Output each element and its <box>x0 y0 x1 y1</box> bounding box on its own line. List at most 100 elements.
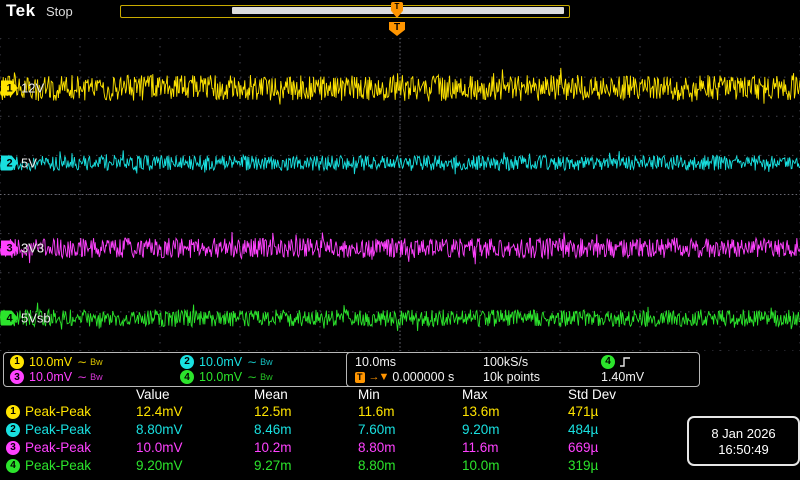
measurement-table: Value Mean Min Max Std Dev 1 Peak-Peak 1… <box>6 386 684 475</box>
meas-ch3-value: 10.0mV <box>136 439 254 457</box>
meas-name-label: Peak-Peak <box>25 421 91 439</box>
ch4-label: 5Vsb <box>21 311 51 326</box>
meas-ch1-min: 11.6m <box>358 403 462 421</box>
meas-header-stddev: Std Dev <box>568 386 684 403</box>
sample-rate-readout: 100kS/s <box>483 355 601 369</box>
trigger-delay-value: 0.000000 s <box>392 370 454 384</box>
meas-ch4-min: 8.80m <box>358 457 462 475</box>
meas-ch4-stddev: 319µ <box>568 457 684 475</box>
ch2-ac-coupling-icon: ∼ <box>247 355 257 369</box>
trigger-level-readout[interactable]: 1.40mV <box>601 370 691 384</box>
meas-ch3-max: 11.6m <box>462 439 568 457</box>
meas-ch3-mean: 10.2m <box>254 439 358 457</box>
trigger-t-symbol: T <box>391 2 403 12</box>
meas-row-ch1-name: 1 Peak-Peak <box>6 403 136 421</box>
meas-header-spacer <box>6 386 136 403</box>
ch3-waveform[interactable] <box>0 232 800 264</box>
ch3-badge: 3 <box>10 370 24 384</box>
oscilloscope-screen: Tek Stop T T 1 12V 2 5V 3 3V3 4 5Vsb 1 1… <box>0 0 800 480</box>
record-length-readout: 10k points <box>483 370 601 384</box>
meas-row-ch3-name: 3 Peak-Peak <box>6 439 136 457</box>
tek-logo: Tek <box>6 1 36 21</box>
record-view-bar[interactable] <box>120 5 570 18</box>
ch4-scale-value: 10.0mV <box>199 370 242 384</box>
trigger-delay-readout[interactable]: T →▼ 0.000000 s <box>355 370 483 384</box>
meas-ch4-max: 10.0m <box>462 457 568 475</box>
meas-row-ch4-name: 4 Peak-Peak <box>6 457 136 475</box>
ch2-scale-value: 10.0mV <box>199 355 242 369</box>
meas-ch2-max: 9.20m <box>462 421 568 439</box>
graticule[interactable] <box>0 38 800 351</box>
time-value: 16:50:49 <box>718 442 769 457</box>
meas-ch3-min: 8.80m <box>358 439 462 457</box>
ch2-marker-badge: 2 <box>1 156 18 171</box>
ch3-vertical-readout[interactable]: 3 10.0mV ∼ Bw <box>10 370 180 384</box>
date-value: 8 Jan 2026 <box>711 426 775 441</box>
meas-ch4-mean: 9.27m <box>254 457 358 475</box>
meas-header-max: Max <box>462 386 568 403</box>
trigger-source-badge: 4 <box>601 355 615 369</box>
ch3-bandwidth-limit-icon: Bw <box>90 370 103 382</box>
trigger-level-value: 1.40mV <box>601 370 644 384</box>
trigger-position-flag[interactable]: T <box>389 22 405 36</box>
ch2-label: 5V <box>21 156 37 171</box>
meas-ch2-stddev: 484µ <box>568 421 684 439</box>
meas-name-label: Peak-Peak <box>25 439 91 457</box>
record-length-value: 10k points <box>483 370 540 384</box>
ch1-scale-value: 10.0mV <box>29 355 72 369</box>
record-bar-trigger-marker[interactable]: T <box>391 2 403 18</box>
ch1-badge: 1 <box>6 405 20 419</box>
ch1-label: 12V <box>21 81 44 96</box>
sample-rate-value: 100kS/s <box>483 355 528 369</box>
ch3-ac-coupling-icon: ∼ <box>77 370 87 384</box>
ch3-marker-badge: 3 <box>1 241 18 256</box>
ch2-badge: 2 <box>6 423 20 437</box>
ch2-vertical-readout[interactable]: 2 10.0mV ∼ Bw <box>180 355 350 369</box>
meas-ch1-mean: 12.5m <box>254 403 358 421</box>
ch3-label: 3V3 <box>21 241 44 256</box>
ch2-badge: 2 <box>180 355 194 369</box>
datetime-box: 8 Jan 2026 16:50:49 <box>687 416 800 466</box>
trigger-arrows-icon: →▼ <box>369 371 389 383</box>
ch3-badge: 3 <box>6 441 20 455</box>
meas-header-min: Min <box>358 386 462 403</box>
meas-ch1-value: 12.4mV <box>136 403 254 421</box>
ch3-ground-marker[interactable]: 3 3V3 <box>1 241 44 256</box>
ch4-vertical-readout[interactable]: 4 10.0mV ∼ Bw <box>180 370 350 384</box>
ch4-badge: 4 <box>180 370 194 384</box>
ch1-bandwidth-limit-icon: Bw <box>90 355 103 367</box>
vertical-readouts: 1 10.0mV ∼ Bw 2 10.0mV ∼ Bw 3 10.0mV ∼ B… <box>3 352 357 387</box>
meas-name-label: Peak-Peak <box>25 457 91 475</box>
ch3-scale-value: 10.0mV <box>29 370 72 384</box>
ch1-ground-marker[interactable]: 1 12V <box>1 81 44 96</box>
trigger-source-readout[interactable]: 4 <box>601 355 691 369</box>
ch4-marker-badge: 4 <box>1 311 18 326</box>
trigger-down-arrow-icon <box>392 12 402 18</box>
horizontal-scale-readout[interactable]: 10.0ms <box>355 355 483 369</box>
meas-name-label: Peak-Peak <box>25 403 91 421</box>
horizontal-scale-value: 10.0ms <box>355 355 396 369</box>
meas-ch2-mean: 8.46m <box>254 421 358 439</box>
ch4-badge: 4 <box>6 459 20 473</box>
meas-header-mean: Mean <box>254 386 358 403</box>
meas-ch1-stddev: 471µ <box>568 403 684 421</box>
ch1-vertical-readout[interactable]: 1 10.0mV ∼ Bw <box>10 355 180 369</box>
ch4-ac-coupling-icon: ∼ <box>247 370 257 384</box>
ch1-ac-coupling-icon: ∼ <box>77 355 87 369</box>
rising-edge-icon <box>619 355 631 369</box>
ch1-badge: 1 <box>10 355 24 369</box>
meas-ch2-min: 7.60m <box>358 421 462 439</box>
meas-row-ch2-name: 2 Peak-Peak <box>6 421 136 439</box>
ch4-ground-marker[interactable]: 4 5Vsb <box>1 311 51 326</box>
acquisition-status: Stop <box>46 4 73 19</box>
meas-ch1-max: 13.6m <box>462 403 568 421</box>
ch2-bandwidth-limit-icon: Bw <box>260 355 273 367</box>
meas-ch4-value: 9.20mV <box>136 457 254 475</box>
horizontal-trigger-readouts: 10.0ms 100kS/s 4 T →▼ 0.000000 s 10k poi… <box>346 352 700 387</box>
ch1-marker-badge: 1 <box>1 81 18 96</box>
ch2-ground-marker[interactable]: 2 5V <box>1 156 37 171</box>
ch4-bandwidth-limit-icon: Bw <box>260 370 273 382</box>
trigger-t-icon: T <box>355 372 365 383</box>
meas-ch3-stddev: 669µ <box>568 439 684 457</box>
meas-ch2-value: 8.80mV <box>136 421 254 439</box>
